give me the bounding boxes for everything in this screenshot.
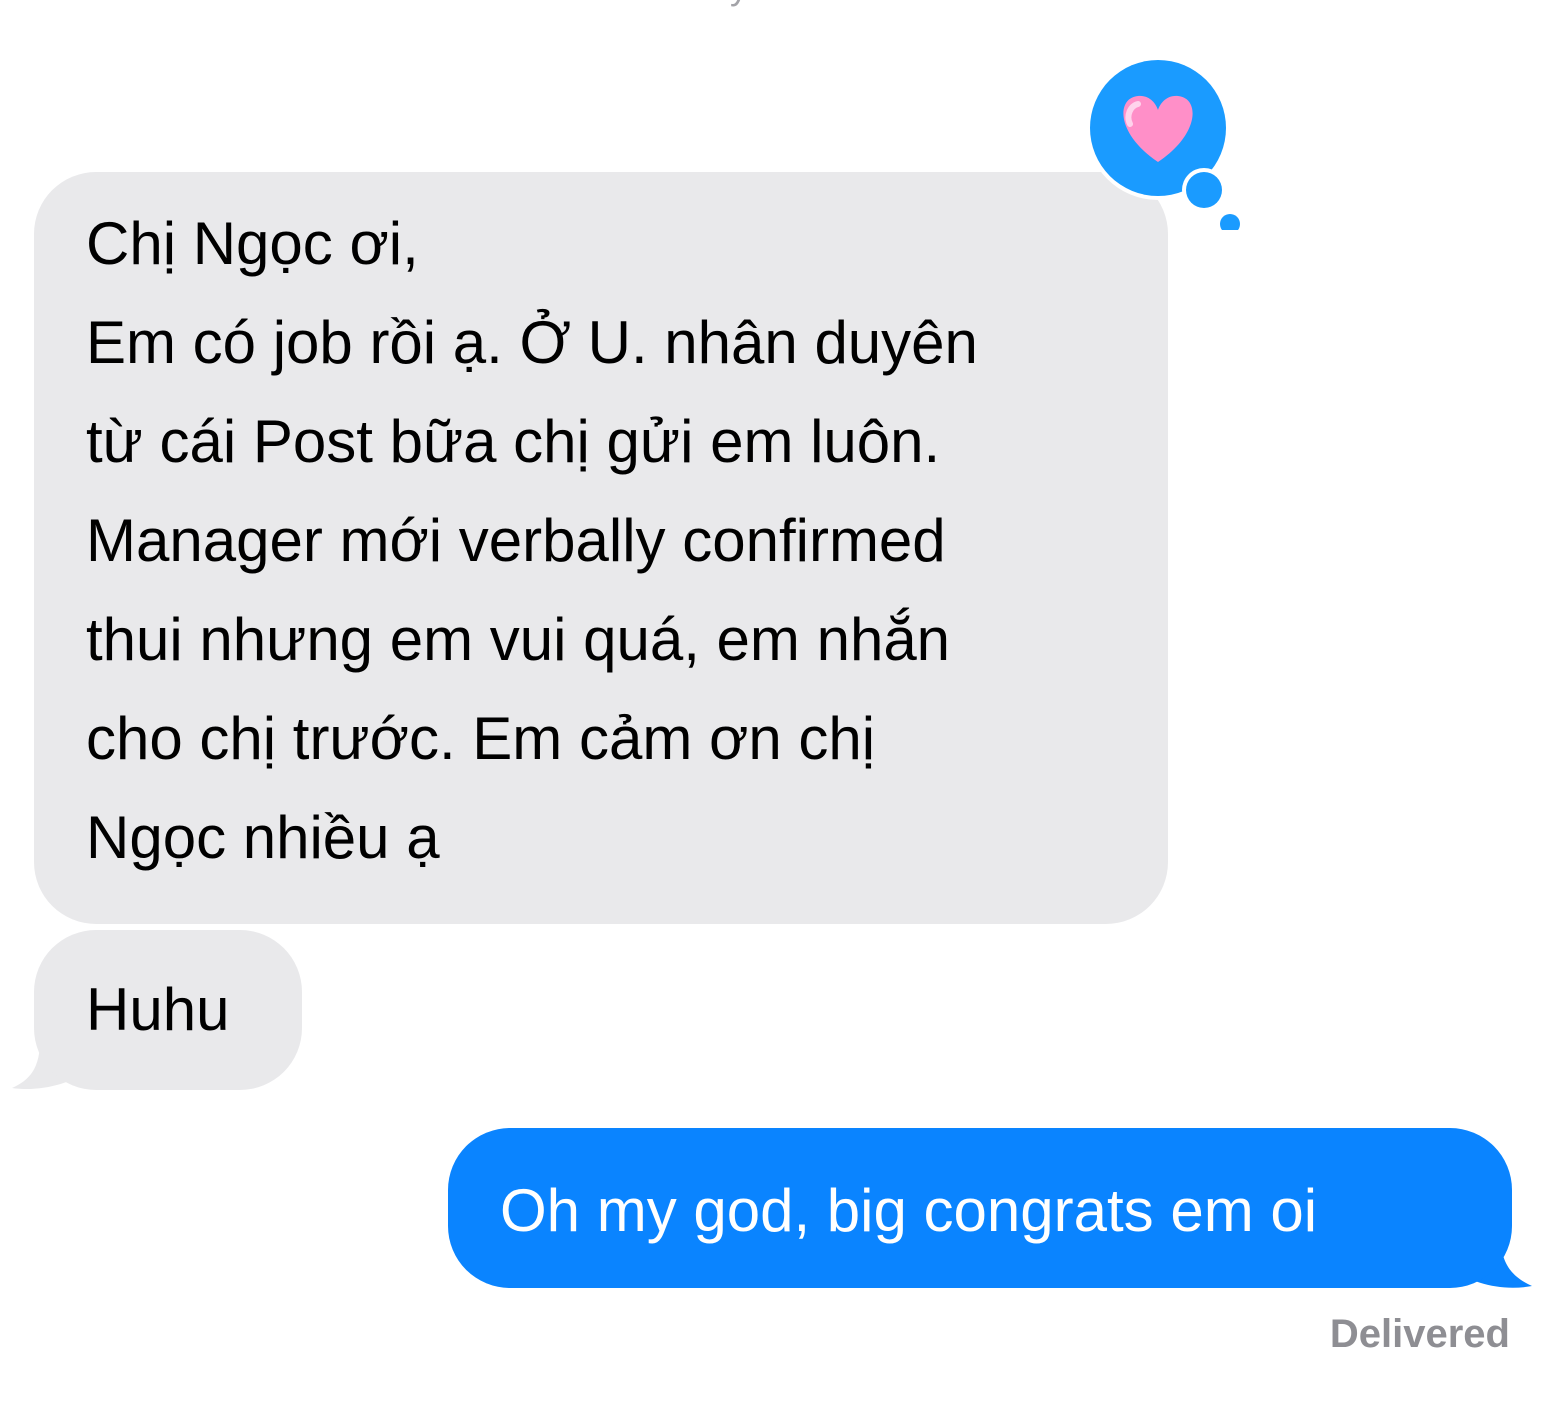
- message-line: Manager mới verbally confirmed: [86, 507, 946, 574]
- message-line: cho chị trước. Em cảm ơn chị: [86, 705, 876, 772]
- heart-reaction-badge[interactable]: [1076, 50, 1246, 230]
- message-text: Oh my god, big congrats em oi: [500, 1177, 1318, 1244]
- sent-message-bubble[interactable]: Oh my god, big congrats em oi: [448, 1128, 1512, 1288]
- message-line: từ cái Post bữa chị gửi em luôn.: [86, 408, 941, 475]
- message-text: Huhu: [86, 976, 230, 1043]
- delivery-status: Delivered: [1329, 1312, 1510, 1356]
- received-message-bubble[interactable]: Chị Ngọc ơi, Em có job rồi ạ. Ở U. nhân …: [34, 172, 1168, 924]
- message-line: Chị Ngọc ơi,: [86, 210, 419, 277]
- message-line: thui nhưng em vui quá, em nhắn: [86, 606, 951, 673]
- message-timestamp: Today 6:57 PM: [0, 0, 1544, 8]
- message-line: Ngọc nhiều ạ: [86, 804, 440, 871]
- received-message-bubble[interactable]: Huhu: [34, 930, 302, 1090]
- message-line: Em có job rồi ạ. Ở U. nhân duyên: [86, 309, 978, 376]
